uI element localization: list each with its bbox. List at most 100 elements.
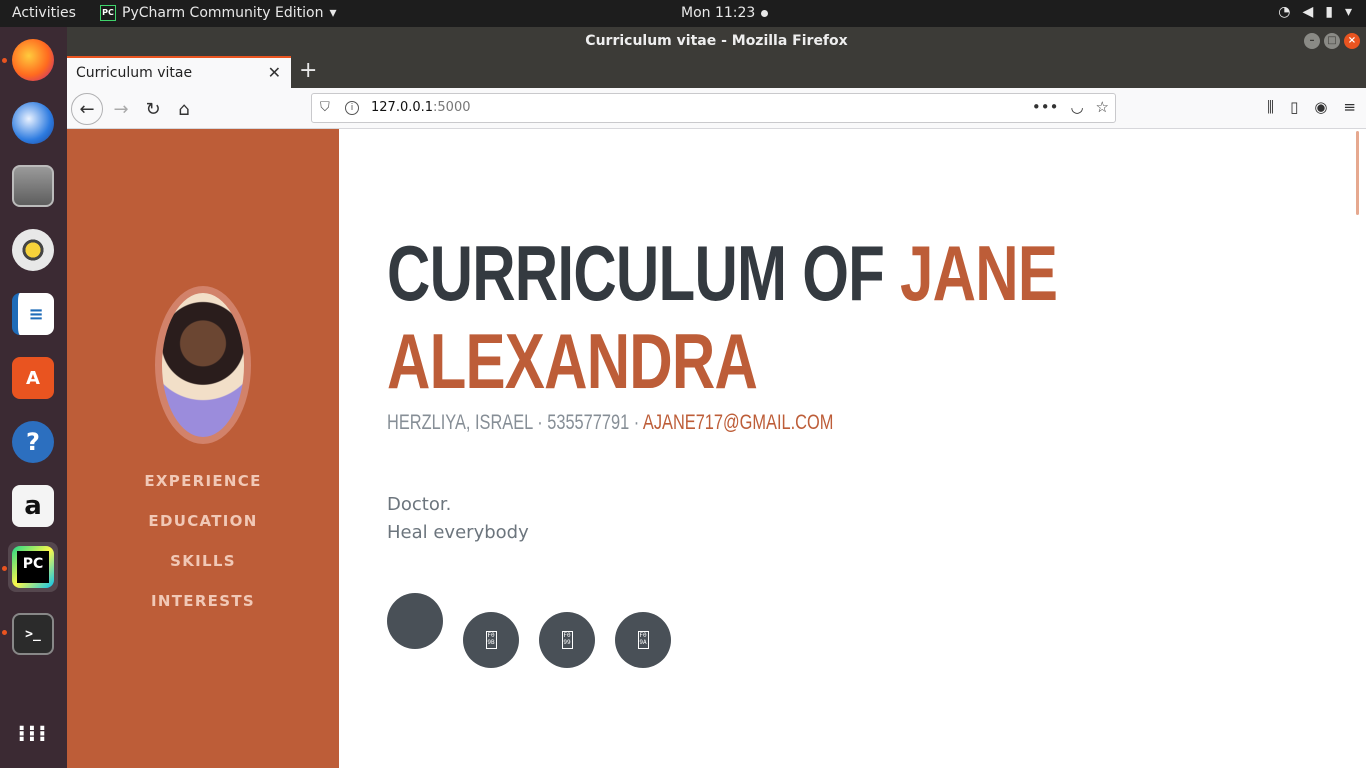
home-button[interactable]: ⌂ — [170, 95, 198, 123]
dock-help[interactable]: ? — [8, 417, 58, 467]
email-link[interactable]: ajane717@gmail.com — [643, 411, 833, 434]
separator: · — [537, 411, 543, 434]
activities-button[interactable]: Activities — [12, 5, 76, 21]
social-button-2[interactable]: F0 9B — [463, 612, 519, 668]
dock-rhythmbox[interactable] — [8, 225, 58, 275]
page-scrollbar[interactable] — [1353, 129, 1366, 768]
page-viewport: Experience Education Skills Interests CU… — [67, 129, 1366, 768]
running-indicator — [2, 58, 7, 63]
app-menu-label: PyCharm Community Edition — [122, 5, 324, 21]
pycharm-small-icon: PC — [100, 5, 116, 21]
nav-link-skills[interactable]: Skills — [67, 551, 339, 591]
dock-pycharm[interactable]: PC — [8, 542, 58, 592]
terminal-icon: >_ — [12, 613, 54, 655]
close-window-button[interactable]: × — [1344, 33, 1360, 49]
url-text[interactable]: 127.0.0.1:5000 — [371, 100, 471, 115]
dock-thunderbird[interactable] — [8, 98, 58, 148]
back-button[interactable]: ← — [71, 93, 103, 125]
resume-sidebar: Experience Education Skills Interests — [67, 129, 339, 768]
profile-avatar — [155, 286, 251, 444]
app-menu[interactable]: PC PyCharm Community Edition ▾ — [100, 5, 337, 21]
url-host: 127.0.0.1 — [371, 100, 434, 115]
dock-amazon[interactable]: a — [8, 481, 58, 531]
app-grid-icon: ⁝⁝⁝ — [17, 721, 49, 747]
lead-line-2: Heal everybody — [387, 522, 529, 543]
lead-line-1: Doctor. — [387, 494, 452, 515]
dock-software[interactable]: A — [8, 353, 58, 403]
running-indicator — [2, 566, 7, 571]
tab-curriculum-vitae[interactable]: Curriculum vitae ✕ — [67, 56, 291, 88]
dock-firefox[interactable] — [8, 35, 58, 85]
software-icon: A — [12, 357, 54, 399]
maximize-button[interactable]: □ — [1324, 33, 1340, 49]
url-bar[interactable]: ⛉ i 127.0.0.1:5000 ••• ◡ ☆ — [311, 93, 1116, 123]
site-info-icon[interactable]: i — [345, 101, 359, 115]
title-prefix: CURRICULUM OF — [387, 229, 885, 317]
dock-app-grid[interactable]: ⁝⁝⁝ — [8, 709, 58, 759]
pycharm-icon: PC — [12, 546, 54, 588]
dock-writer[interactable]: ≡ — [8, 289, 58, 339]
wifi-icon: ◔ — [1278, 4, 1291, 20]
forward-button[interactable]: → — [107, 95, 135, 123]
rhythmbox-icon — [12, 229, 54, 271]
account-icon[interactable]: ◉ — [1314, 98, 1327, 116]
bookmark-star-icon[interactable]: ☆ — [1096, 98, 1109, 116]
top-bar: Activities PC PyCharm Community Edition … — [0, 0, 1366, 27]
pocket-icon[interactable]: ◡ — [1070, 98, 1083, 116]
window-title: Curriculum vitae - Mozilla Firefox — [585, 33, 848, 49]
window-titlebar: Curriculum vitae - Mozilla Firefox – □ × — [67, 27, 1366, 55]
page-actions-icon[interactable]: ••• — [1032, 98, 1059, 116]
page-title: CURRICULUM OF JANE ALEXANDRA — [387, 229, 1196, 405]
dock-terminal[interactable]: >_ — [8, 609, 58, 659]
new-tab-button[interactable]: + — [299, 58, 317, 83]
profile-photo — [162, 293, 244, 437]
reload-button[interactable]: ↻ — [139, 95, 167, 123]
minimize-button[interactable]: – — [1304, 33, 1320, 49]
last-name: ALEXANDRA — [387, 317, 758, 405]
files-icon — [12, 165, 54, 207]
close-tab-icon[interactable]: ✕ — [268, 63, 281, 82]
navigation-toolbar: ← → ↻ ⌂ ⛉ i 127.0.0.1:5000 ••• ◡ ☆ ⫼ ▯ ◉… — [67, 88, 1366, 129]
pycharm-label: PC — [17, 551, 49, 583]
volume-icon: ◀ — [1302, 4, 1314, 20]
dock: ≡ A ? a PC >_ ⁝⁝⁝ — [0, 27, 67, 768]
social-button-4[interactable]: F0 9A — [615, 612, 671, 668]
section-nav: Experience Education Skills Interests — [67, 471, 339, 631]
tab-title: Curriculum vitae — [76, 65, 193, 81]
notification-dot — [761, 9, 769, 17]
missing-glyph-icon: F0 9B — [485, 631, 497, 649]
firefox-icon — [12, 39, 54, 81]
social-icons: F0 9B F0 99 F0 9A — [387, 593, 687, 673]
chevron-down-icon: ▾ — [329, 5, 337, 21]
clock[interactable]: Mon 11:23 — [681, 5, 769, 21]
about-section: CURRICULUM OF JANE ALEXANDRA Herzliya, I… — [387, 129, 1327, 768]
dock-files[interactable] — [8, 161, 58, 211]
social-button-3[interactable]: F0 99 — [539, 612, 595, 668]
running-indicator — [2, 630, 7, 635]
url-port: :5000 — [433, 100, 471, 115]
first-name: JANE — [900, 229, 1058, 317]
help-icon: ? — [12, 421, 54, 463]
nav-link-interests[interactable]: Interests — [67, 591, 339, 631]
thunderbird-icon — [12, 102, 54, 144]
missing-glyph-icon: F0 9A — [637, 631, 649, 649]
missing-glyph-icon: F0 99 — [561, 631, 573, 649]
tracking-shield-icon[interactable]: ⛉ — [320, 100, 330, 115]
writer-icon: ≡ — [12, 293, 54, 335]
battery-icon: ▮ — [1325, 4, 1333, 20]
chevron-down-icon: ▾ — [1344, 4, 1352, 20]
social-button-1[interactable] — [387, 593, 443, 649]
contact-line: Herzliya, Israel · 535577791 · ajane717@… — [387, 411, 833, 435]
nav-link-education[interactable]: Education — [67, 511, 339, 551]
separator: · — [633, 411, 640, 434]
amazon-icon: a — [12, 485, 54, 527]
tab-strip: Curriculum vitae ✕ + — [67, 55, 1366, 88]
phone: 535577791 — [547, 411, 630, 434]
nav-link-experience[interactable]: Experience — [67, 471, 339, 511]
scrollbar-thumb[interactable] — [1356, 131, 1359, 215]
menu-icon[interactable]: ≡ — [1343, 98, 1356, 116]
system-tray[interactable]: ◔ ◀ ▮ ▾ — [1278, 4, 1352, 20]
library-icon[interactable]: ⫼ — [1267, 98, 1274, 116]
lead-text: Doctor. Heal everybody — [387, 491, 529, 547]
sidebar-toggle-icon[interactable]: ▯ — [1290, 98, 1298, 116]
